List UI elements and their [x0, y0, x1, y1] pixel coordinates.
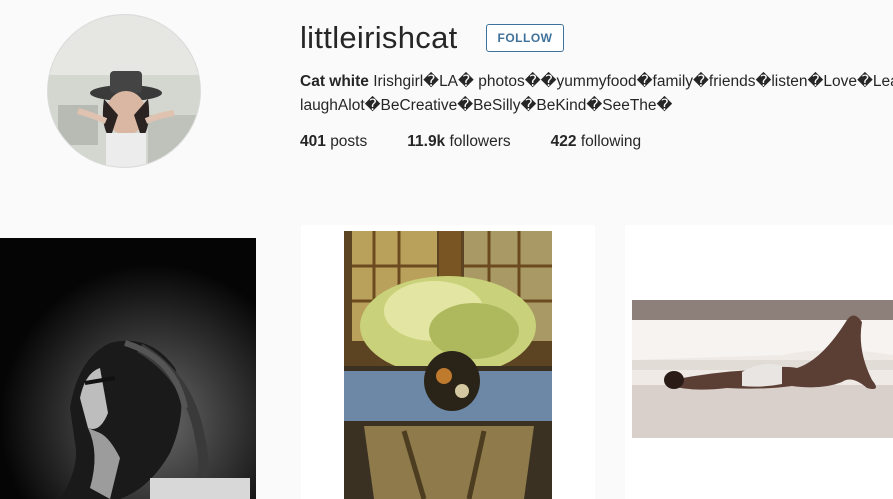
photo-post-2-image — [344, 231, 552, 499]
posts-stat: 401 posts — [300, 133, 367, 151]
photo-post-1-image — [0, 238, 256, 499]
bio-text-2: laughAlot�BeCreative�BeSilly�BeKind�SeeT… — [300, 97, 673, 114]
avatar-image — [48, 15, 200, 167]
followers-count: 11.9k — [407, 133, 446, 150]
photo-post-2[interactable] — [344, 231, 552, 499]
photo-post-3[interactable] — [632, 300, 893, 438]
following-count: 422 — [550, 133, 577, 150]
bio-line-1: Cat white Irishgirl�LA� photos��yummyfoo… — [300, 70, 893, 94]
followers-stat[interactable]: 11.9k followers — [407, 133, 510, 151]
following-stat[interactable]: 422 following — [551, 133, 642, 151]
profile-avatar[interactable] — [47, 14, 201, 168]
profile-bio: Cat white Irishgirl�LA� photos��yummyfoo… — [300, 70, 893, 118]
photo-post-3-image — [632, 300, 893, 438]
posts-label: posts — [330, 133, 368, 150]
profile-full-name: Cat white — [300, 73, 369, 90]
follow-button[interactable]: FOLLOW — [486, 24, 564, 52]
photo-post-1[interactable] — [0, 238, 256, 499]
followers-label: followers — [449, 133, 511, 150]
posts-count: 401 — [300, 133, 326, 150]
profile-username: littleirishcat — [300, 20, 458, 55]
profile-stats: 401 posts 11.9k followers 422 following — [300, 133, 681, 151]
bio-text-1: Irishgirl�LA� photos��yummyfood�family�f… — [373, 73, 893, 90]
following-label: following — [580, 133, 642, 150]
